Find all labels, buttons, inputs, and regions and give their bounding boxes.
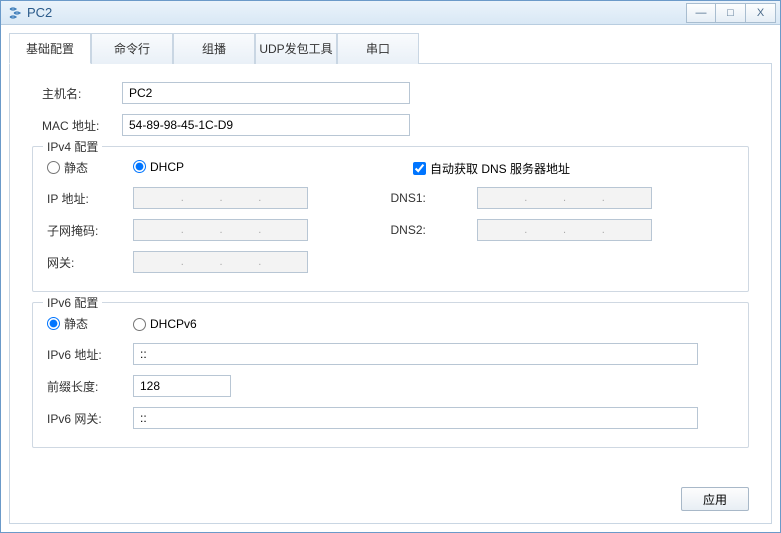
window-title: PC2 [27, 5, 686, 20]
gw-label: 网关: [47, 254, 133, 271]
tab-bar: 基础配置 命令行 组播 UDP发包工具 串口 [9, 33, 772, 64]
ipv4-left-col: IP 地址:... 子网掩码:... 网关:... [47, 187, 391, 283]
ipv4-static-cell: 静态 [47, 159, 133, 177]
ipv4-right-col: DNS1:... DNS2:... [391, 187, 735, 283]
ipv4-auto-dns-checkbox[interactable]: 自动获取 DNS 服务器地址 [413, 160, 570, 177]
ipv4-group: IPv4 配置 静态 DHCP 自动获取 DNS 服务器地址 IP 地址:...… [32, 146, 749, 292]
tab-udp[interactable]: UDP发包工具 [255, 33, 337, 64]
ipv4-static-label: 静态 [64, 159, 88, 176]
ipv6-addr-input[interactable] [133, 343, 698, 365]
minimize-button[interactable]: — [686, 3, 716, 23]
ipv6-dhcp-label: DHCPv6 [150, 317, 197, 331]
mac-input[interactable] [122, 114, 410, 136]
mask-label: 子网掩码: [47, 222, 133, 239]
window-body: 基础配置 命令行 组播 UDP发包工具 串口 主机名: MAC 地址: IPv4… [1, 25, 780, 532]
ipv6-group: IPv6 配置 静态 DHCPv6 IPv6 地址: 前缀长度: IPv6 网关… [32, 302, 749, 448]
hostname-row: 主机名: [32, 82, 749, 104]
close-button[interactable]: X [746, 3, 776, 23]
maximize-button[interactable]: □ [716, 3, 746, 23]
ipv4-dhcp-label: DHCP [150, 160, 184, 174]
ip-label: IP 地址: [47, 190, 133, 207]
ipv4-static-radio[interactable]: 静态 [47, 159, 88, 176]
dns2-input[interactable]: ... [477, 219, 652, 241]
titlebar: PC2 — □ X [1, 1, 780, 25]
ipv6-prefix-label: 前缀长度: [47, 378, 133, 395]
ipv6-static-cell: 静态 [47, 315, 133, 333]
ipv6-addr-label: IPv6 地址: [47, 346, 133, 363]
tab-cli[interactable]: 命令行 [91, 33, 173, 64]
tab-multicast[interactable]: 组播 [173, 33, 255, 64]
ipv6-gw-input[interactable] [133, 407, 698, 429]
ipv4-dhcp-cell: DHCP [133, 160, 413, 177]
ipv6-legend: IPv6 配置 [43, 294, 102, 311]
hostname-label: 主机名: [32, 85, 122, 102]
ipv4-cols: IP 地址:... 子网掩码:... 网关:... DNS1:... DNS2:… [47, 187, 734, 283]
app-icon [7, 5, 23, 21]
ipv4-mode-row: 静态 DHCP 自动获取 DNS 服务器地址 [47, 159, 734, 177]
ip-input[interactable]: ... [133, 187, 308, 209]
gw-input[interactable]: ... [133, 251, 308, 273]
ipv6-prefix-input[interactable] [133, 375, 231, 397]
tab-basic[interactable]: 基础配置 [9, 33, 91, 64]
ipv6-mode-row: 静态 DHCPv6 [47, 315, 734, 333]
app-window: PC2 — □ X 基础配置 命令行 组播 UDP发包工具 串口 主机名: MA… [0, 0, 781, 533]
ipv6-gw-label: IPv6 网关: [47, 410, 133, 427]
ipv4-legend: IPv4 配置 [43, 138, 102, 155]
apply-button[interactable]: 应用 [681, 487, 749, 511]
tab-content: 主机名: MAC 地址: IPv4 配置 静态 DHCP 自动获取 DNS 服务… [9, 64, 772, 524]
mac-label: MAC 地址: [32, 117, 122, 134]
dns1-input[interactable]: ... [477, 187, 652, 209]
window-controls: — □ X [686, 3, 776, 23]
ipv6-dhcp-radio[interactable]: DHCPv6 [133, 317, 197, 331]
dns2-label: DNS2: [391, 223, 477, 237]
ipv6-static-radio[interactable]: 静态 [47, 315, 88, 332]
tab-serial[interactable]: 串口 [337, 33, 419, 64]
mac-row: MAC 地址: [32, 114, 749, 136]
ipv6-static-label: 静态 [64, 315, 88, 332]
mask-input[interactable]: ... [133, 219, 308, 241]
hostname-input[interactable] [122, 82, 410, 104]
ipv4-dhcp-radio[interactable]: DHCP [133, 160, 184, 174]
ipv4-auto-dns-label: 自动获取 DNS 服务器地址 [430, 160, 570, 177]
dns1-label: DNS1: [391, 191, 477, 205]
